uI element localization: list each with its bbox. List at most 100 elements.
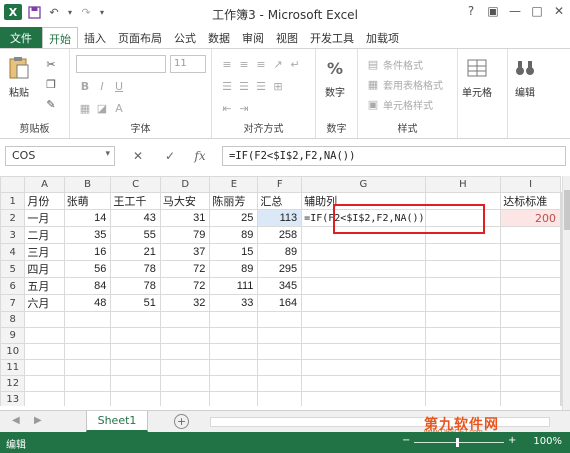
- cell-g2[interactable]: =IF(F2<$I$2,F2,NA()): [301, 209, 426, 227]
- cell-b10[interactable]: [63, 343, 112, 360]
- row-header-5[interactable]: 5: [0, 260, 26, 278]
- cell-b6[interactable]: 84: [63, 277, 112, 295]
- cell-d7[interactable]: 32: [159, 294, 211, 312]
- cell-e9[interactable]: [209, 327, 259, 344]
- enter-button[interactable]: ✓: [160, 147, 180, 165]
- cell-b9[interactable]: [63, 327, 112, 344]
- cell-b4[interactable]: 16: [63, 243, 112, 261]
- cell-i13[interactable]: [500, 391, 561, 406]
- cells-button[interactable]: 单元格: [462, 55, 492, 99]
- cell-a9[interactable]: [24, 327, 65, 344]
- cell-g7[interactable]: [301, 294, 426, 312]
- cell-e5[interactable]: 89: [209, 260, 259, 278]
- align-middle-icon[interactable]: ≡: [237, 57, 251, 71]
- cell-i5[interactable]: [500, 260, 561, 278]
- align-left-icon[interactable]: ☰: [220, 79, 234, 93]
- italic-button[interactable]: I: [95, 79, 109, 93]
- cell-c8[interactable]: [110, 311, 161, 328]
- vertical-scrollbar[interactable]: [562, 176, 570, 410]
- cell-g13[interactable]: [301, 391, 426, 406]
- align-top-icon[interactable]: ≡: [220, 57, 234, 71]
- cell-f9[interactable]: [257, 327, 303, 344]
- cell-b1[interactable]: 张萌: [63, 192, 112, 210]
- cell-e7[interactable]: 33: [209, 294, 259, 312]
- font-color-button[interactable]: A: [112, 101, 126, 115]
- font-size-input[interactable]: 11: [170, 55, 206, 73]
- cell-i12[interactable]: [500, 375, 561, 392]
- row-header-12[interactable]: 12: [0, 375, 26, 392]
- cell-d10[interactable]: [159, 343, 211, 360]
- cell-f3[interactable]: 258: [257, 226, 303, 244]
- column-header-f[interactable]: F: [257, 176, 303, 193]
- cell-i3[interactable]: [500, 226, 561, 244]
- help-button[interactable]: ?: [460, 0, 482, 22]
- cell-f13[interactable]: [257, 391, 303, 406]
- cell-a12[interactable]: [24, 375, 65, 392]
- tab-add-ins[interactable]: 加载项: [360, 27, 405, 49]
- row-header-11[interactable]: 11: [0, 359, 26, 376]
- orientation-icon[interactable]: ↗: [271, 57, 285, 71]
- cell-b8[interactable]: [63, 311, 112, 328]
- format-painter-icon[interactable]: ✎: [44, 97, 58, 111]
- column-header-a[interactable]: A: [24, 176, 65, 193]
- cell-f11[interactable]: [257, 359, 303, 376]
- cell-styles-button[interactable]: ▣ 单元格样式: [366, 97, 433, 112]
- row-header-3[interactable]: 3: [0, 226, 26, 244]
- cell-h4[interactable]: [424, 243, 502, 261]
- cell-i8[interactable]: [500, 311, 561, 328]
- cell-h5[interactable]: [424, 260, 502, 278]
- wrap-text-icon[interactable]: ↵: [288, 57, 302, 71]
- cell-h2[interactable]: [424, 209, 502, 227]
- cell-e1[interactable]: 陈丽芳: [209, 192, 259, 210]
- bold-button[interactable]: B: [78, 79, 92, 93]
- cell-f5[interactable]: 295: [257, 260, 303, 278]
- cell-h7[interactable]: [424, 294, 502, 312]
- cell-g9[interactable]: [301, 327, 426, 344]
- cell-f6[interactable]: 345: [257, 277, 303, 295]
- cell-e11[interactable]: [209, 359, 259, 376]
- select-all-corner[interactable]: [0, 176, 26, 193]
- cell-a3[interactable]: 二月: [24, 226, 65, 244]
- cell-d1[interactable]: 马大安: [159, 192, 211, 210]
- cell-i7[interactable]: [500, 294, 561, 312]
- tab-home[interactable]: 开始: [42, 27, 78, 49]
- row-header-10[interactable]: 10: [0, 343, 26, 360]
- cell-i9[interactable]: [500, 327, 561, 344]
- cell-c13[interactable]: [110, 391, 161, 406]
- font-name-input[interactable]: [76, 55, 166, 73]
- cell-b11[interactable]: [63, 359, 112, 376]
- increase-indent-icon[interactable]: ⇥: [237, 101, 251, 115]
- cell-c2[interactable]: 43: [110, 209, 161, 227]
- cell-i4[interactable]: [500, 243, 561, 261]
- column-header-i[interactable]: I: [500, 176, 561, 193]
- cell-d6[interactable]: 72: [159, 277, 211, 295]
- cell-a6[interactable]: 五月: [24, 277, 65, 295]
- cell-e2[interactable]: 25: [209, 209, 259, 227]
- row-header-6[interactable]: 6: [0, 277, 26, 295]
- row-header-2[interactable]: 2: [0, 209, 26, 227]
- cell-d3[interactable]: 79: [159, 226, 211, 244]
- cell-h8[interactable]: [424, 311, 502, 328]
- cell-f7[interactable]: 164: [257, 294, 303, 312]
- name-box[interactable]: COS ▾: [5, 146, 115, 166]
- editing-button[interactable]: 编辑: [512, 55, 538, 99]
- cell-c5[interactable]: 78: [110, 260, 161, 278]
- align-center-icon[interactable]: ☰: [237, 79, 251, 93]
- cell-e4[interactable]: 15: [209, 243, 259, 261]
- row-header-1[interactable]: 1: [0, 192, 26, 210]
- prev-sheet-icon[interactable]: ◀: [12, 415, 20, 426]
- cell-c6[interactable]: 78: [110, 277, 161, 295]
- cell-a11[interactable]: [24, 359, 65, 376]
- cell-b2[interactable]: 14: [63, 209, 112, 227]
- vertical-scroll-thumb[interactable]: [564, 190, 570, 230]
- cell-e12[interactable]: [209, 375, 259, 392]
- cell-a13[interactable]: [24, 391, 65, 406]
- cell-i1[interactable]: 达标标准: [500, 192, 561, 210]
- row-header-8[interactable]: 8: [0, 311, 26, 328]
- cell-e13[interactable]: [209, 391, 259, 406]
- cell-b5[interactable]: 56: [63, 260, 112, 278]
- cancel-button[interactable]: ✕: [128, 147, 148, 165]
- conditional-formatting-button[interactable]: ▤ 条件格式: [366, 57, 423, 72]
- column-header-h[interactable]: H: [424, 176, 502, 193]
- horizontal-scrollbar[interactable]: [210, 417, 550, 427]
